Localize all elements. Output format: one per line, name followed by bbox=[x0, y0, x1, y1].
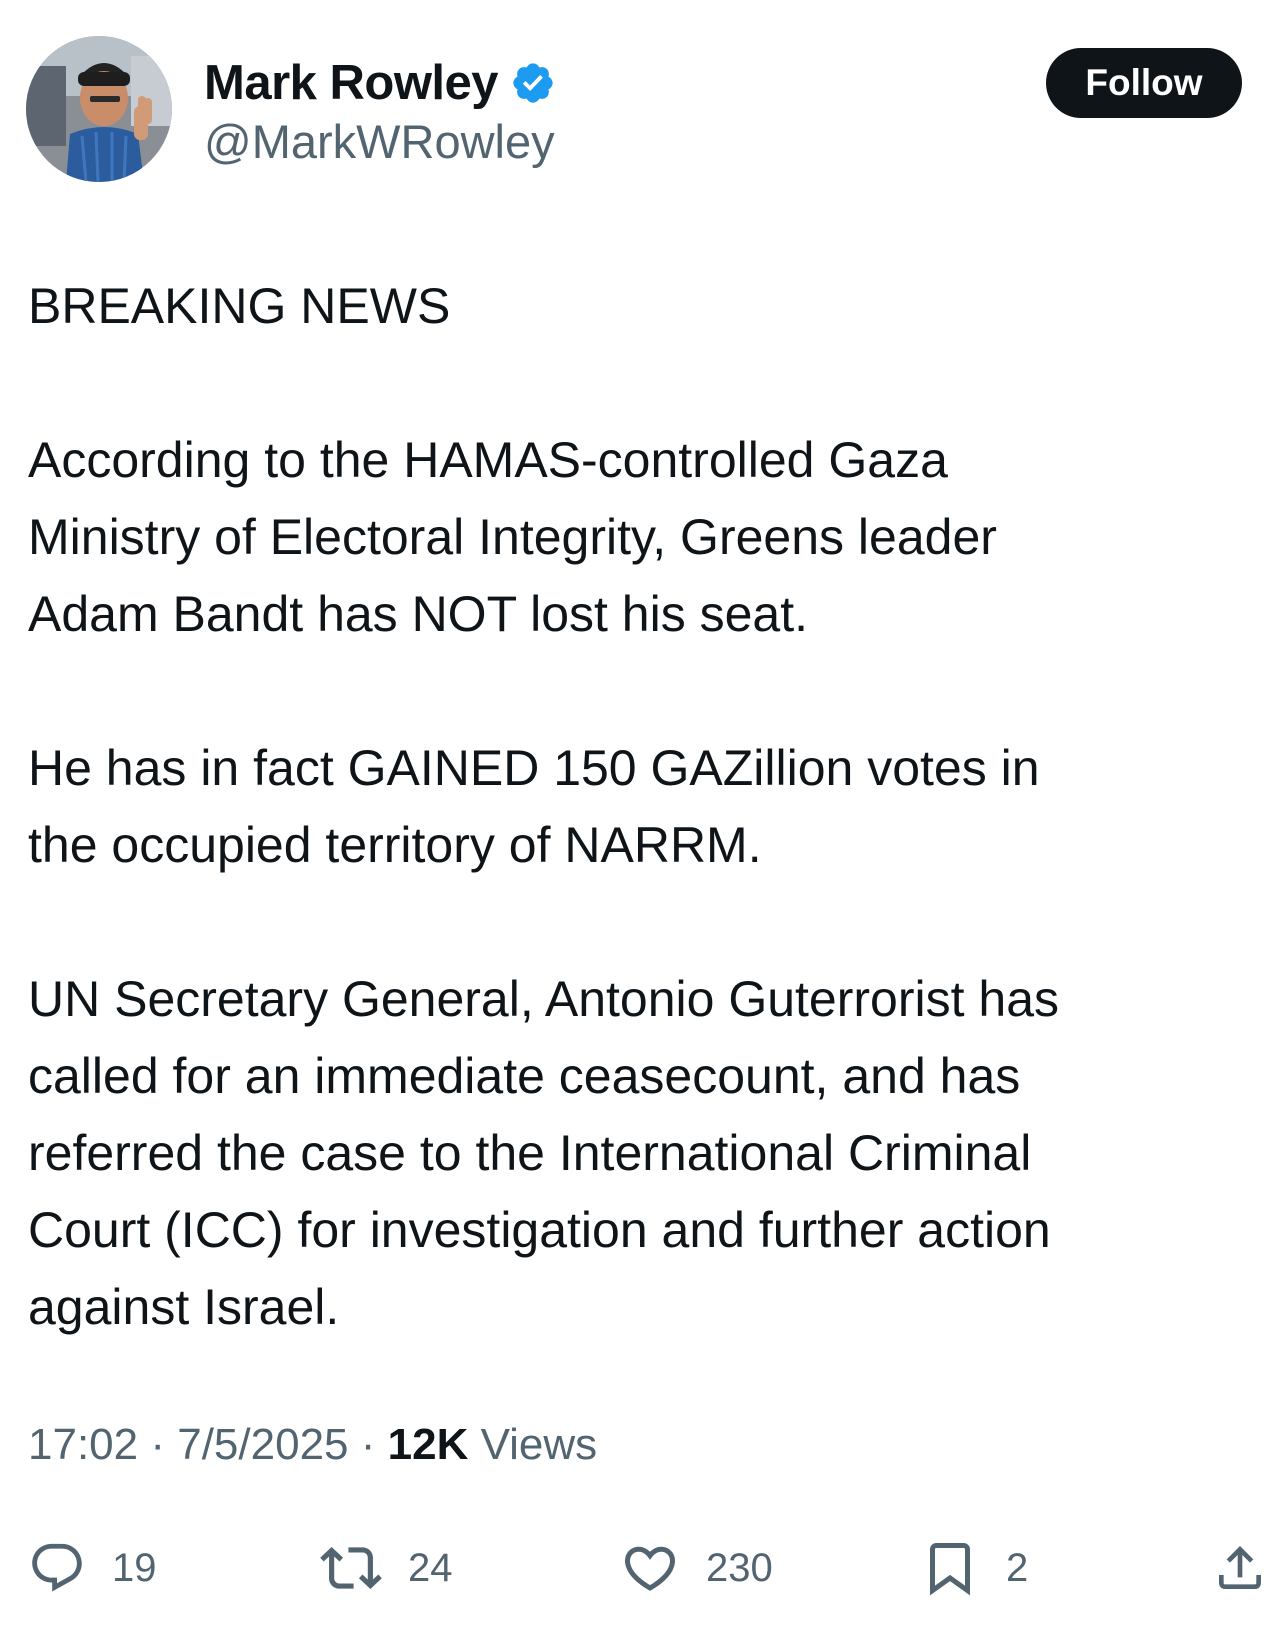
share-button[interactable] bbox=[1212, 1533, 1268, 1603]
share-icon bbox=[1212, 1540, 1268, 1596]
views-label: Views bbox=[480, 1420, 598, 1469]
tweet-date[interactable]: 7/5/2025 bbox=[177, 1420, 348, 1469]
author-handle[interactable]: @MarkWRowley bbox=[204, 114, 555, 169]
like-count: 230 bbox=[706, 1545, 773, 1590]
verified-badge-icon bbox=[510, 60, 556, 106]
bookmark-button[interactable]: 2 bbox=[920, 1533, 1028, 1603]
tweet-paragraph: He has in fact GAINED 150 GAZillion vote… bbox=[28, 740, 1040, 873]
tweet-text: BREAKING NEWS According to the HAMAS-con… bbox=[28, 268, 1258, 1346]
meta-separator: · bbox=[150, 1420, 165, 1469]
bookmark-count: 2 bbox=[1006, 1545, 1029, 1590]
reply-icon bbox=[28, 1539, 86, 1597]
meta-separator: · bbox=[360, 1420, 376, 1469]
tweet-card: Mark Rowley @MarkWRowley Follow BREAKING… bbox=[0, 0, 1284, 1644]
like-button[interactable]: 230 bbox=[620, 1533, 773, 1603]
retweet-button[interactable]: 24 bbox=[320, 1533, 453, 1603]
reply-count: 19 bbox=[112, 1545, 157, 1590]
follow-button[interactable]: Follow bbox=[1046, 48, 1242, 118]
reply-button[interactable]: 19 bbox=[28, 1533, 157, 1603]
retweet-icon bbox=[320, 1537, 382, 1599]
views-count: 12K bbox=[387, 1420, 469, 1469]
author-display-name[interactable]: Mark Rowley bbox=[204, 55, 499, 111]
tweet-paragraph: BREAKING NEWS bbox=[28, 278, 451, 334]
like-icon bbox=[620, 1538, 680, 1598]
bookmark-icon bbox=[920, 1538, 980, 1598]
retweet-count: 24 bbox=[408, 1545, 453, 1590]
tweet-paragraph: According to the HAMAS-controlled Gaza M… bbox=[28, 432, 997, 642]
tweet-meta: 17:02 · 7/5/2025 · 12K Views bbox=[28, 1420, 597, 1470]
tweet-time[interactable]: 17:02 bbox=[28, 1420, 138, 1469]
tweet-paragraph: UN Secretary General, Antonio Guterroris… bbox=[28, 971, 1060, 1335]
avatar[interactable] bbox=[26, 36, 172, 182]
author-name-row: Mark Rowley bbox=[204, 50, 556, 116]
